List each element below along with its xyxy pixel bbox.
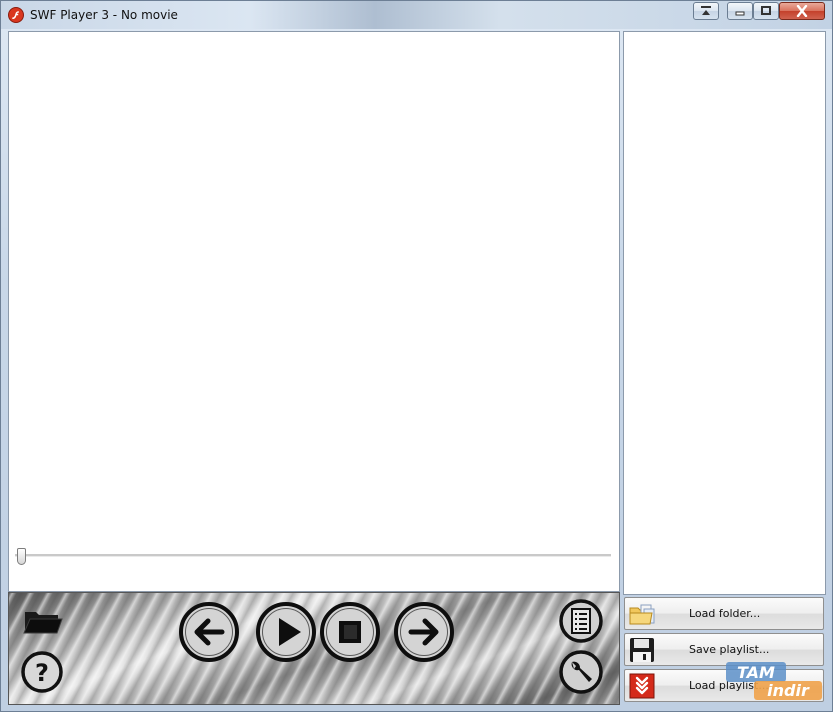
seek-bar-track[interactable] (15, 554, 611, 557)
next-icon (394, 602, 454, 662)
play-icon (256, 602, 316, 662)
save-playlist-label: Save playlist... (689, 643, 770, 656)
maximize-icon (761, 6, 771, 15)
seek-bar-thumb[interactable] (17, 548, 26, 565)
movie-display-area[interactable] (8, 31, 620, 592)
restore-down-icon (701, 6, 711, 15)
previous-icon (179, 602, 239, 662)
tamindir-watermark-logo: TAM indir (726, 662, 822, 700)
load-arrows-icon (629, 673, 655, 699)
close-button[interactable] (779, 2, 825, 20)
watermark-line2: indir (767, 681, 810, 700)
stop-icon (320, 602, 380, 662)
next-button[interactable] (393, 601, 455, 663)
svg-text:?: ? (35, 659, 49, 687)
playlist-icon (559, 599, 603, 643)
load-folder-label: Load folder... (689, 607, 761, 620)
playlist-toggle-button[interactable] (558, 598, 604, 644)
previous-button[interactable] (178, 601, 240, 663)
title-bar[interactable]: SWF Player 3 - No movie (1, 1, 832, 29)
watermark-line1: TAM (737, 663, 775, 682)
open-file-button[interactable] (22, 605, 64, 637)
floppy-disk-icon (630, 638, 654, 662)
window-title: SWF Player 3 - No movie (30, 8, 178, 22)
open-folder-icon (23, 612, 63, 634)
restore-down-button[interactable] (693, 2, 719, 20)
control-panel: ? (8, 592, 620, 705)
help-icon: ? (21, 651, 63, 693)
minimize-icon (735, 11, 745, 16)
maximize-button[interactable] (753, 2, 779, 20)
load-folder-button[interactable]: Load folder... (624, 597, 824, 630)
play-button[interactable] (255, 601, 317, 663)
minimize-button[interactable] (727, 2, 753, 20)
help-button[interactable]: ? (20, 650, 64, 694)
settings-button[interactable] (558, 649, 604, 695)
settings-wrench-icon (559, 650, 603, 694)
close-icon (796, 5, 808, 17)
app-flash-icon (8, 7, 24, 23)
playlist-panel[interactable] (623, 31, 826, 595)
app-window: SWF Player 3 - No movie ? Load folder...… (0, 0, 833, 712)
stop-button[interactable] (319, 601, 381, 663)
folder-files-icon (629, 604, 655, 625)
